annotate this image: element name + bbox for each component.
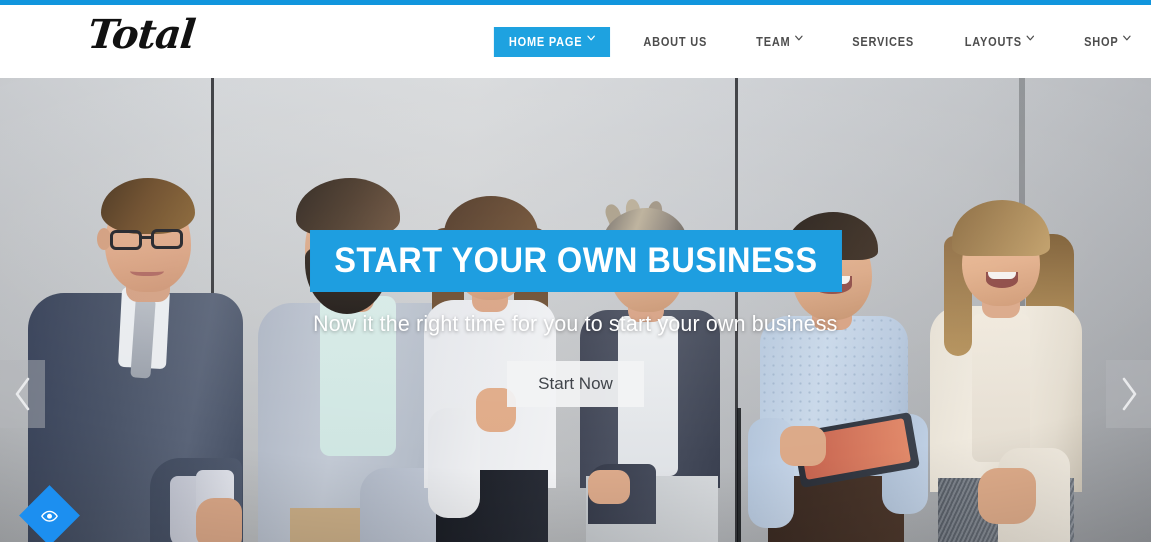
- person-figure: [972, 314, 1030, 462]
- site-header: Total HOME PAGE ABOUT US TEAM SERVICES LAYOU…: [0, 5, 1151, 78]
- nav-item-team[interactable]: TEAM: [738, 27, 822, 57]
- person-figure: [141, 236, 153, 239]
- site-logo[interactable]: Total: [86, 11, 197, 58]
- start-now-button[interactable]: Start Now: [507, 361, 644, 407]
- person-figure: [110, 230, 142, 250]
- nav-item-label: HOME PAGE: [508, 34, 583, 49]
- slider-next-button[interactable]: [1106, 360, 1151, 428]
- nav-item-label: LAYOUTS: [965, 34, 1023, 49]
- person-figure: [97, 228, 111, 250]
- hero-headline: START YOUR OWN BUSINESS: [309, 230, 842, 292]
- person-figure: [196, 498, 242, 542]
- nav-item-home-page[interactable]: HOME PAGE: [493, 26, 610, 57]
- person-figure: [428, 408, 480, 518]
- chevron-left-icon: [13, 377, 33, 411]
- wall-seam: [737, 408, 741, 542]
- nav-item-label: ABOUT US: [642, 34, 707, 49]
- nav-item-label: TEAM: [756, 34, 791, 49]
- person-figure: [978, 468, 1036, 524]
- nav-item-shop[interactable]: SHOP: [1066, 27, 1150, 57]
- person-figure: [588, 470, 630, 504]
- chevron-right-icon: [1119, 377, 1139, 411]
- hero-photo: [0, 78, 1151, 542]
- hero-slider: START YOUR OWN BUSINESS Now it the right…: [0, 78, 1151, 542]
- nav-item-layouts[interactable]: LAYOUTS: [947, 27, 1053, 57]
- eye-icon: [41, 507, 59, 525]
- nav-item-services[interactable]: SERVICES: [834, 27, 933, 57]
- chevron-down-icon: [1026, 35, 1035, 44]
- chevron-down-icon: [1123, 35, 1131, 44]
- person-figure: [151, 229, 183, 249]
- person-figure: [988, 272, 1016, 279]
- hero-subtitle: Now it the right time for you to start y…: [313, 311, 838, 336]
- slider-prev-button[interactable]: [0, 360, 45, 428]
- page-root: Total HOME PAGE ABOUT US TEAM SERVICES LAYOU…: [0, 0, 1151, 542]
- person-figure: [130, 264, 164, 276]
- nav-item-label: SHOP: [1084, 34, 1119, 49]
- main-navigation: HOME PAGE ABOUT US TEAM SERVICES LAYOUTS SHOP…: [486, 5, 1151, 78]
- chevron-down-icon: [587, 35, 595, 44]
- nav-item-about-us[interactable]: ABOUT US: [624, 27, 725, 57]
- chevron-down-icon: [795, 35, 803, 44]
- nav-item-label: SERVICES: [852, 34, 915, 49]
- person-figure: [780, 426, 826, 466]
